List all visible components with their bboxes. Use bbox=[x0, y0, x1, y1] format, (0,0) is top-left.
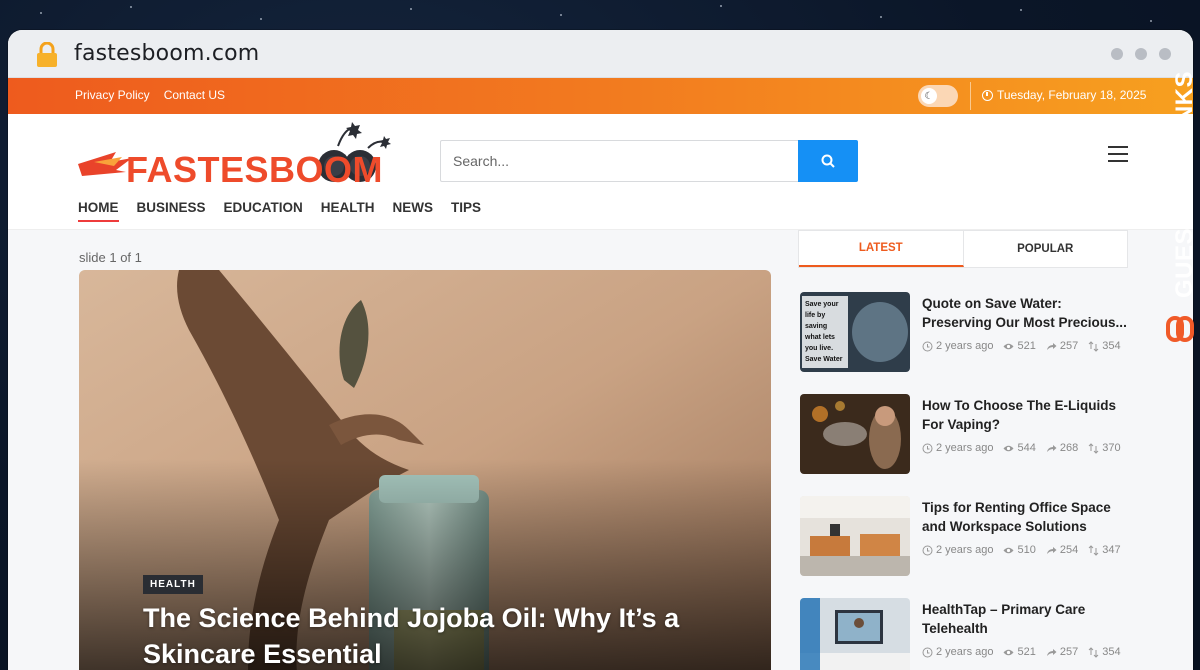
post-shares: 254 bbox=[1059, 544, 1079, 556]
window-dot[interactable] bbox=[1159, 48, 1171, 60]
dark-mode-toggle[interactable]: ☾ bbox=[918, 85, 958, 107]
search-input[interactable] bbox=[440, 140, 798, 182]
date-display: Tuesday, February 18, 2025 bbox=[982, 88, 1146, 102]
post-views: 521 bbox=[1017, 340, 1036, 352]
link-icon bbox=[1166, 316, 1194, 342]
contact-us-link[interactable]: Contact US bbox=[164, 88, 225, 102]
svg-text:Save Water: Save Water bbox=[805, 356, 843, 363]
list-item[interactable]: How To Choose The E-Liquids For Vaping? … bbox=[798, 394, 1138, 480]
nav-tips[interactable]: TIPS bbox=[451, 200, 481, 222]
privacy-policy-link[interactable]: Privacy Policy bbox=[75, 88, 150, 102]
list-item[interactable]: Tips for Renting Office Space and Worksp… bbox=[798, 496, 1138, 582]
site-header: FASTESBOOM HOME BUSINESS EDUCATION HEALT… bbox=[8, 114, 1193, 230]
share-icon bbox=[1046, 444, 1057, 452]
eye-icon bbox=[1003, 547, 1014, 553]
watermark-text: GUESTPOSTLINKS bbox=[1171, 71, 1198, 298]
slide-counter: slide 1 of 1 bbox=[79, 250, 142, 265]
lock-icon bbox=[37, 42, 57, 67]
post-title[interactable]: Quote on Save Water: Preserving Our Most… bbox=[922, 294, 1132, 332]
post-comments: 354 bbox=[1102, 340, 1121, 352]
search-button[interactable] bbox=[798, 140, 858, 182]
post-thumbnail[interactable]: Save your life by saving what lets you l… bbox=[800, 292, 910, 372]
post-title[interactable]: HealthTap – Primary Care Telehealth bbox=[922, 600, 1132, 638]
post-shares: 257 bbox=[1059, 646, 1079, 658]
post-meta: 2 years ago 544 268 370 bbox=[922, 442, 1121, 454]
post-views: 510 bbox=[1017, 544, 1036, 556]
nav-home[interactable]: HOME bbox=[78, 200, 119, 222]
svg-text:you live.: you live. bbox=[805, 345, 833, 352]
top-links: Privacy Policy Contact US bbox=[75, 88, 225, 102]
window-controls bbox=[1111, 48, 1171, 60]
clock-icon bbox=[982, 89, 993, 101]
post-comments: 354 bbox=[1102, 646, 1121, 658]
eye-icon bbox=[1003, 445, 1014, 451]
post-title[interactable]: How To Choose The E-Liquids For Vaping? bbox=[922, 396, 1132, 434]
search-icon bbox=[821, 154, 835, 168]
post-comments: 370 bbox=[1102, 442, 1121, 454]
post-views: 544 bbox=[1017, 442, 1036, 454]
moon-icon: ☾ bbox=[921, 88, 937, 104]
site-logo[interactable]: FASTESBOOM bbox=[76, 122, 416, 202]
post-title[interactable]: Tips for Renting Office Space and Worksp… bbox=[922, 498, 1132, 536]
post-time: 2 years ago bbox=[936, 340, 994, 352]
comments-icon bbox=[1088, 544, 1099, 556]
nav-business[interactable]: BUSINESS bbox=[137, 200, 206, 222]
clock-icon bbox=[922, 647, 933, 657]
nav-news[interactable]: NEWS bbox=[393, 200, 434, 222]
post-views: 521 bbox=[1017, 646, 1036, 658]
post-comments: 347 bbox=[1102, 544, 1121, 556]
nav-health[interactable]: HEALTH bbox=[321, 200, 375, 222]
share-icon bbox=[1046, 342, 1057, 350]
share-icon bbox=[1046, 546, 1057, 554]
hero-title[interactable]: The Science Behind Jojoba Oil: Why It’s … bbox=[143, 600, 703, 670]
clock-icon bbox=[922, 443, 933, 453]
hero-slide[interactable]: HEALTH The Science Behind Jojoba Oil: Wh… bbox=[79, 270, 771, 670]
date-text: Tuesday, February 18, 2025 bbox=[997, 88, 1147, 102]
nav-education[interactable]: EDUCATION bbox=[224, 200, 303, 222]
clock-icon bbox=[922, 341, 933, 351]
window-dot[interactable] bbox=[1111, 48, 1123, 60]
sidebar: LATEST POPULAR Save your life by saving … bbox=[798, 230, 1138, 670]
eye-icon bbox=[1003, 343, 1014, 349]
post-time: 2 years ago bbox=[936, 442, 994, 454]
post-shares: 257 bbox=[1059, 340, 1079, 352]
browser-address-bar: fastesboom.com bbox=[8, 30, 1193, 78]
post-thumbnail[interactable] bbox=[800, 598, 910, 670]
window-dot[interactable] bbox=[1135, 48, 1147, 60]
post-meta: 2 years ago 521 257 354 bbox=[922, 340, 1121, 352]
post-thumbnail[interactable] bbox=[800, 394, 910, 474]
post-meta: 2 years ago 521 257 354 bbox=[922, 646, 1121, 658]
guestpostlinks-watermark: GUESTPOSTLINKS bbox=[1166, 71, 1198, 342]
eye-icon bbox=[1003, 649, 1014, 655]
post-time: 2 years ago bbox=[936, 646, 994, 658]
svg-text:what lets: what lets bbox=[804, 334, 835, 341]
tab-latest[interactable]: LATEST bbox=[799, 231, 964, 267]
svg-text:life by: life by bbox=[805, 312, 825, 319]
top-bar: Privacy Policy Contact US ☾ Tuesday, Feb… bbox=[8, 78, 1193, 114]
tab-popular[interactable]: POPULAR bbox=[964, 231, 1128, 267]
search-bar bbox=[440, 140, 858, 182]
clock-icon bbox=[922, 545, 933, 555]
main-content: slide 1 of 1 HEALTH The Science Behind J… bbox=[8, 230, 1193, 670]
comments-icon bbox=[1088, 646, 1099, 658]
post-thumbnail[interactable] bbox=[800, 496, 910, 576]
post-meta: 2 years ago 510 254 347 bbox=[922, 544, 1121, 556]
hamburger-menu-icon[interactable] bbox=[1108, 146, 1128, 162]
browser-window: fastesboom.com Privacy Policy Contact US… bbox=[8, 30, 1193, 670]
category-badge[interactable]: HEALTH bbox=[143, 575, 203, 594]
list-item[interactable]: HealthTap – Primary Care Telehealth 2 ye… bbox=[798, 598, 1138, 670]
svg-text:saving: saving bbox=[805, 323, 827, 330]
list-item[interactable]: Save your life by saving what lets you l… bbox=[798, 292, 1138, 378]
comments-icon bbox=[1088, 442, 1099, 454]
post-shares: 268 bbox=[1059, 442, 1079, 454]
divider bbox=[970, 82, 971, 110]
share-icon bbox=[1046, 648, 1057, 656]
post-time: 2 years ago bbox=[936, 544, 994, 556]
sidebar-tabs: LATEST POPULAR bbox=[798, 230, 1128, 268]
svg-text:Save your: Save your bbox=[805, 301, 839, 308]
url-text[interactable]: fastesboom.com bbox=[74, 41, 259, 66]
main-nav: HOME BUSINESS EDUCATION HEALTH NEWS TIPS bbox=[78, 200, 481, 222]
comments-icon bbox=[1088, 340, 1099, 352]
logo-text: FASTESBOOM bbox=[126, 149, 383, 190]
